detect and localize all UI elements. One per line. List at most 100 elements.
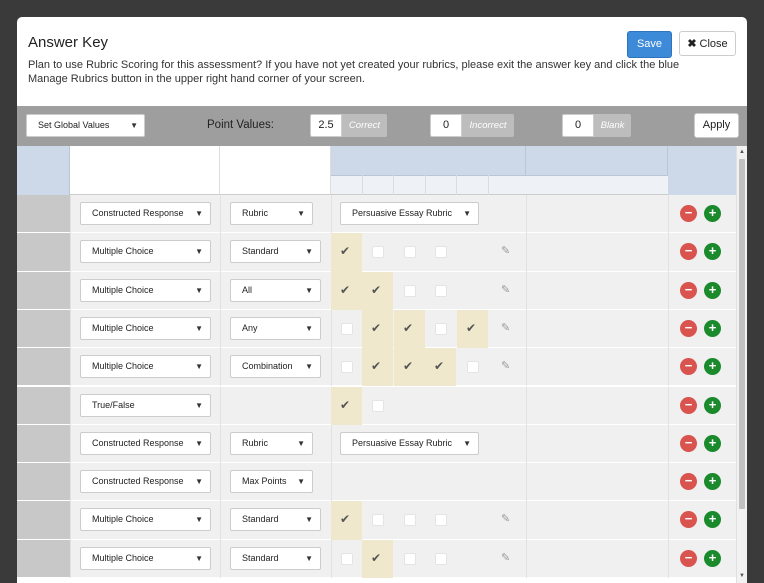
edit-icon[interactable]: ✎ bbox=[501, 321, 510, 334]
edit-icon[interactable]: ✎ bbox=[501, 283, 510, 296]
checkmark-icon[interactable]: ✔ bbox=[371, 283, 381, 297]
header-question-type-bg bbox=[70, 146, 220, 195]
scoring-option-select[interactable]: Standard ▼ bbox=[230, 240, 321, 264]
column-divider bbox=[220, 463, 221, 502]
scrollbar-thumb[interactable] bbox=[739, 159, 745, 509]
chevron-down-icon: ▼ bbox=[463, 209, 471, 218]
question-type-select[interactable]: True/False ▼ bbox=[80, 393, 211, 417]
checkmark-icon[interactable]: ✔ bbox=[466, 321, 476, 335]
answer-choice-checkbox[interactable] bbox=[404, 246, 416, 259]
incorrect-points-input[interactable]: 0 bbox=[430, 114, 462, 137]
question-type-select[interactable]: Constructed Response ▼ bbox=[80, 202, 211, 225]
remove-question-button[interactable]: − bbox=[680, 205, 697, 222]
rubric-select[interactable]: Persuasive Essay Rubric ▼ bbox=[340, 431, 479, 455]
edit-icon[interactable]: ✎ bbox=[501, 359, 510, 372]
checkmark-icon[interactable]: ✔ bbox=[340, 398, 350, 412]
answer-choice-checkbox[interactable] bbox=[372, 399, 384, 412]
add-question-button[interactable]: + bbox=[704, 473, 721, 491]
question-type-select[interactable]: Multiple Choice ▼ bbox=[80, 240, 211, 264]
scoring-option-value: Combination bbox=[242, 361, 293, 372]
remove-question-button[interactable]: − bbox=[680, 434, 697, 452]
column-divider bbox=[526, 195, 527, 234]
scoring-option-select[interactable]: Rubric ▼ bbox=[230, 431, 313, 455]
question-type-select[interactable]: Multiple Choice ▼ bbox=[80, 546, 211, 570]
answer-choice-checkbox[interactable] bbox=[341, 361, 353, 374]
answer-choice-checkbox[interactable] bbox=[341, 552, 353, 565]
answer-choice-checkbox[interactable] bbox=[372, 514, 384, 527]
save-button[interactable]: Save bbox=[627, 31, 672, 58]
rubric-select[interactable]: Persuasive Essay Rubric ▼ bbox=[340, 202, 479, 225]
edit-icon[interactable]: ✎ bbox=[501, 244, 510, 257]
incorrect-points-group: 0 Incorrect bbox=[430, 114, 514, 137]
add-question-button[interactable]: + bbox=[704, 396, 721, 414]
vertical-scrollbar[interactable]: ▲ ▼ bbox=[736, 146, 747, 583]
global-values-select[interactable]: Set Global Values ▼ bbox=[26, 114, 145, 137]
answer-choice-checkbox[interactable] bbox=[467, 361, 479, 374]
answer-choice-checkbox[interactable] bbox=[372, 246, 384, 259]
row-number-bg bbox=[17, 539, 70, 578]
edit-icon[interactable]: ✎ bbox=[501, 551, 510, 564]
question-type-select[interactable]: Multiple Choice ▼ bbox=[80, 316, 211, 340]
checkmark-icon[interactable]: ✔ bbox=[340, 512, 350, 526]
remove-question-button[interactable]: − bbox=[680, 473, 697, 491]
checkmark-icon[interactable]: ✔ bbox=[403, 359, 413, 373]
remove-question-button[interactable]: − bbox=[680, 281, 697, 299]
scoring-option-select[interactable]: Max Points ▼ bbox=[230, 470, 313, 494]
scoring-option-select[interactable]: Standard ▼ bbox=[230, 508, 321, 532]
question-type-select[interactable]: Multiple Choice ▼ bbox=[80, 508, 211, 532]
add-question-button[interactable]: + bbox=[704, 434, 721, 452]
header-choice-divider bbox=[362, 175, 363, 195]
answer-choice-checkbox[interactable] bbox=[404, 552, 416, 565]
chevron-down-icon: ▼ bbox=[305, 553, 313, 563]
checkmark-icon[interactable]: ✔ bbox=[403, 321, 413, 335]
scroll-down-icon[interactable]: ▼ bbox=[739, 573, 745, 579]
answer-choice-checkbox[interactable] bbox=[435, 284, 447, 297]
question-type-select[interactable]: Multiple Choice ▼ bbox=[80, 355, 211, 379]
scoring-option-select[interactable]: All ▼ bbox=[230, 278, 321, 302]
column-divider bbox=[331, 309, 332, 349]
apply-button[interactable]: Apply bbox=[694, 113, 739, 138]
close-button[interactable]: ✖ Close bbox=[679, 31, 736, 56]
chevron-down-icon: ▼ bbox=[305, 362, 313, 372]
answer-choice-checkbox[interactable] bbox=[341, 322, 353, 335]
question-type-select[interactable]: Constructed Response ▼ bbox=[80, 470, 211, 494]
scroll-up-icon[interactable]: ▲ bbox=[739, 149, 745, 155]
chevron-down-icon: ▼ bbox=[305, 285, 313, 295]
add-question-button[interactable]: + bbox=[704, 319, 721, 337]
checkmark-icon[interactable]: ✔ bbox=[371, 551, 381, 565]
answer-choice-checkbox[interactable] bbox=[404, 284, 416, 297]
answer-choice-checkbox[interactable] bbox=[404, 514, 416, 527]
question-type-select[interactable]: Multiple Choice ▼ bbox=[80, 278, 211, 302]
header-subrow-bg bbox=[331, 175, 668, 195]
blank-points-input[interactable]: 0 bbox=[562, 114, 594, 137]
add-question-button[interactable]: + bbox=[704, 205, 721, 222]
correct-points-input[interactable]: 2.5 bbox=[310, 114, 342, 137]
checkmark-icon[interactable]: ✔ bbox=[371, 359, 381, 373]
column-divider bbox=[668, 463, 669, 502]
checkmark-icon[interactable]: ✔ bbox=[371, 321, 381, 335]
column-divider bbox=[70, 424, 71, 464]
answer-choice-checkbox[interactable] bbox=[435, 246, 447, 259]
checkmark-icon[interactable]: ✔ bbox=[434, 359, 444, 373]
answer-choice-checkbox[interactable] bbox=[435, 552, 447, 565]
add-question-button[interactable]: + bbox=[704, 281, 721, 299]
answer-choice-checkbox[interactable] bbox=[435, 514, 447, 527]
answer-choice-checkbox[interactable] bbox=[435, 322, 447, 335]
chevron-down-icon: ▼ bbox=[305, 515, 313, 525]
question-type-select[interactable]: Constructed Response ▼ bbox=[80, 431, 211, 455]
edit-icon[interactable]: ✎ bbox=[501, 512, 510, 525]
remove-question-button[interactable]: − bbox=[680, 319, 697, 337]
remove-question-button[interactable]: − bbox=[680, 549, 697, 567]
checkmark-icon[interactable]: ✔ bbox=[340, 244, 350, 258]
checkmark-icon[interactable]: ✔ bbox=[340, 283, 350, 297]
scoring-option-select[interactable]: Any ▼ bbox=[230, 316, 321, 340]
remove-question-button[interactable]: − bbox=[680, 396, 697, 414]
scoring-option-value: Standard bbox=[242, 514, 279, 525]
header-rownum-bg bbox=[17, 146, 70, 195]
answer-key-grid: Constructed Response ▼ Rubric ▼ Persuasive E… bbox=[17, 146, 747, 583]
scoring-option-select[interactable]: Combination ▼ bbox=[230, 355, 321, 379]
add-question-button[interactable]: + bbox=[704, 549, 721, 567]
header-choice-divider bbox=[425, 175, 426, 195]
scoring-option-select[interactable]: Standard ▼ bbox=[230, 546, 321, 570]
scoring-option-select[interactable]: Rubric ▼ bbox=[230, 202, 313, 225]
